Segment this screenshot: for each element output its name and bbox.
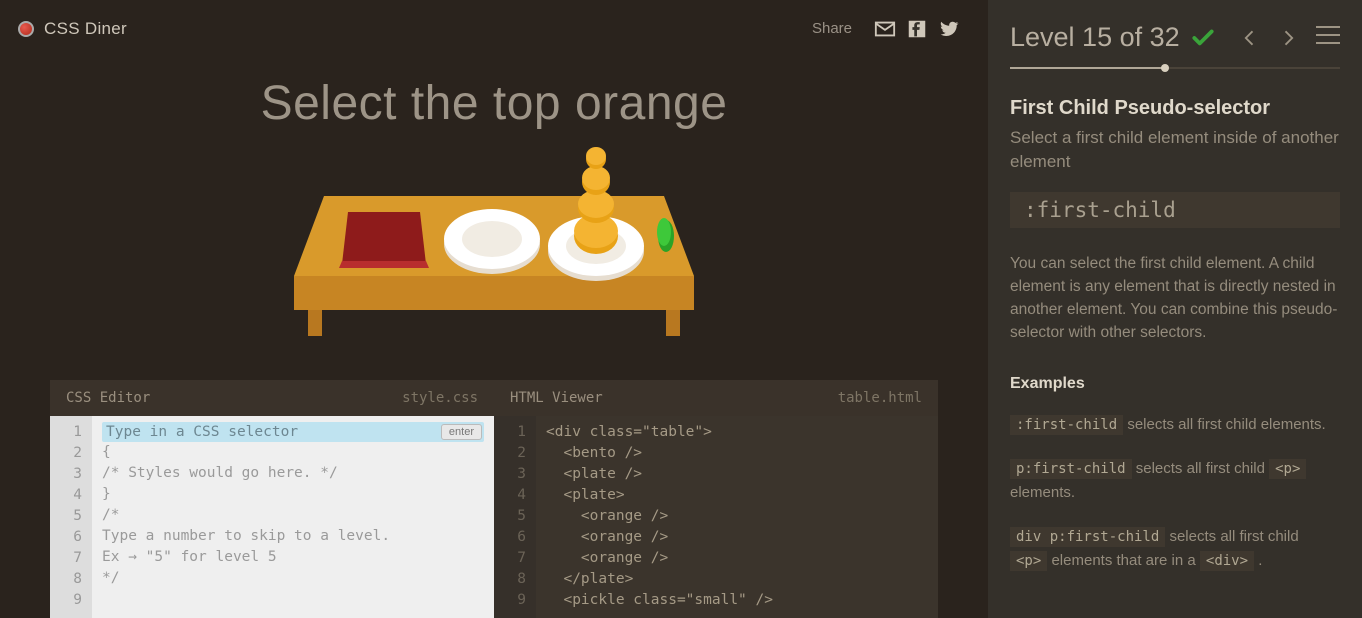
code-line: } [102, 484, 484, 505]
check-icon [1190, 25, 1216, 51]
code-line: /* [102, 505, 484, 526]
code-line: <orange /> [546, 548, 928, 569]
code-line: <orange /> [546, 527, 928, 548]
code-line: /* Styles would go here. */ [102, 463, 484, 484]
example-3: div p:first-child selects all first chil… [1010, 525, 1340, 573]
twitter-icon[interactable] [938, 18, 960, 40]
code-line: <div class="table"> [546, 422, 928, 443]
html-filename: table.html [838, 390, 922, 406]
html-viewer-label: HTML Viewer [510, 390, 603, 406]
css-editor-pane: CSS Editor style.css 123456789 enter {/*… [50, 380, 494, 618]
enter-button[interactable]: enter [441, 424, 482, 440]
css-gutter: 123456789 [50, 416, 92, 618]
code-line: Ex → "5" for level 5 [102, 547, 484, 568]
brand-name: CSS Diner [44, 19, 127, 39]
level-indicator: Level 15 of 32 [1010, 22, 1180, 53]
lesson-title: First Child Pseudo-selector [1010, 97, 1340, 120]
email-icon[interactable] [874, 18, 896, 40]
logo-icon [18, 21, 34, 37]
example-1: :first-child selects all first child ele… [1010, 413, 1340, 437]
code-line: </plate> [546, 569, 928, 590]
lesson-hint: You can select the first child element. … [1010, 252, 1340, 345]
facebook-icon[interactable] [906, 18, 928, 40]
prev-level-button[interactable] [1240, 26, 1260, 50]
css-editor-label: CSS Editor [66, 390, 150, 406]
share-label: Share [812, 20, 852, 37]
menu-icon[interactable] [1316, 26, 1340, 44]
code-line: Type a number to skip to a level. [102, 526, 484, 547]
selector-syntax: :first-child [1010, 192, 1340, 228]
css-selector-input[interactable] [102, 422, 441, 442]
code-line: <orange /> [546, 506, 928, 527]
css-filename: style.css [402, 390, 478, 406]
code-line: { [102, 442, 484, 463]
lesson-subtitle: Select a first child element inside of a… [1010, 126, 1340, 174]
code-line: <plate> [546, 485, 928, 506]
code-line: <bento /> [546, 443, 928, 464]
html-gutter: 123456789 [494, 416, 536, 618]
examples-heading: Examples [1010, 375, 1340, 393]
instruction-title: Select the top orange [0, 76, 988, 131]
header-bar: CSS Diner Share [0, 0, 988, 48]
code-line: <pickle class="small" /> [546, 590, 928, 611]
example-2: p:first-child selects all first child <p… [1010, 457, 1340, 505]
code-line: <plate /> [546, 464, 928, 485]
game-table [0, 136, 988, 356]
progress-bar[interactable] [1010, 67, 1340, 69]
next-level-button[interactable] [1278, 26, 1298, 50]
html-viewer-pane: HTML Viewer table.html 123456789 <div cl… [494, 380, 938, 618]
code-line: */ [102, 568, 484, 589]
